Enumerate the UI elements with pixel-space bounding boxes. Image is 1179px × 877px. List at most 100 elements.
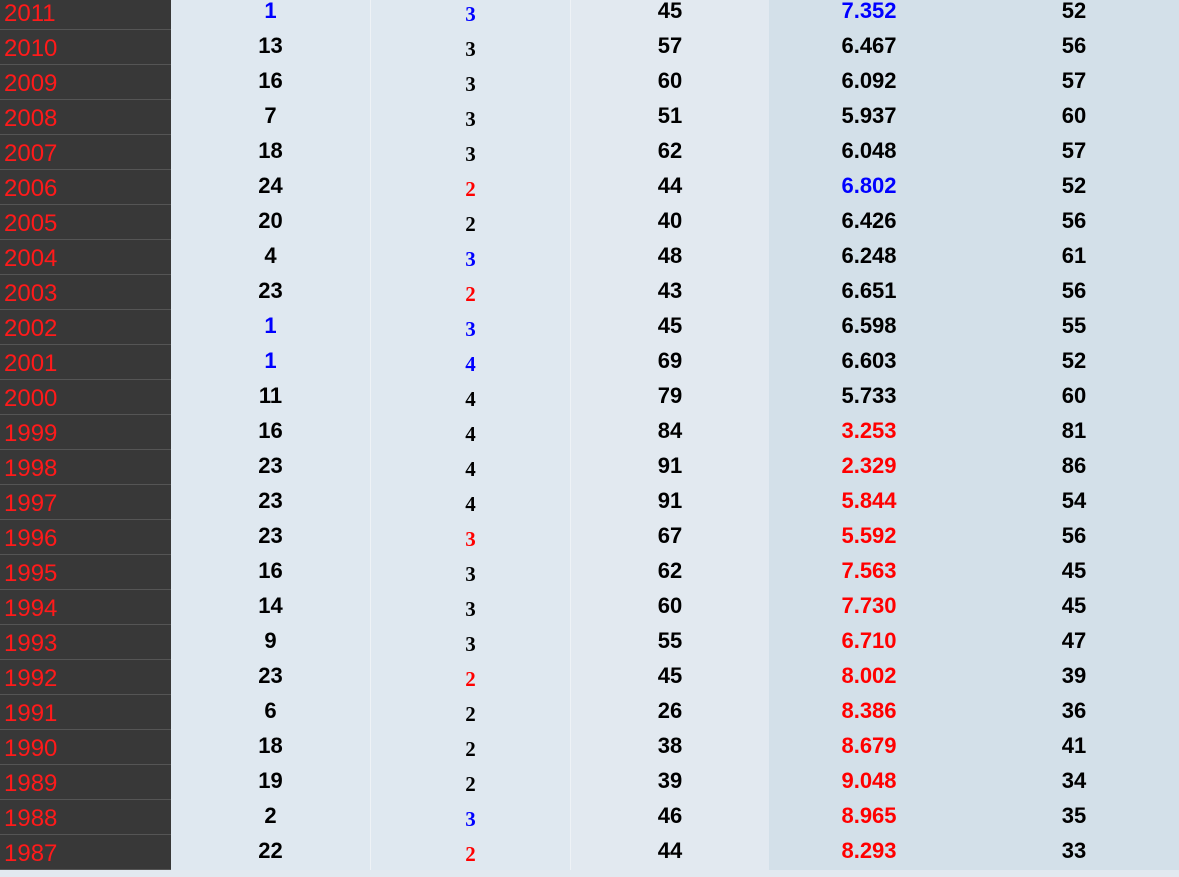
col-2-cell[interactable]: 3	[371, 65, 571, 100]
col-3-cell[interactable]: 60	[571, 590, 769, 625]
col-3-cell[interactable]: 60	[571, 65, 769, 100]
year-cell[interactable]: 2007	[0, 135, 171, 170]
col-4-cell[interactable]: 8.965	[769, 800, 969, 835]
col-5-cell[interactable]: 57	[969, 135, 1179, 170]
col-5-cell[interactable]: 34	[969, 765, 1179, 800]
col-1-cell[interactable]: 16	[171, 65, 371, 100]
col-5-cell[interactable]: 45	[969, 555, 1179, 590]
col-1-cell[interactable]: 7	[171, 100, 371, 135]
col-4-cell[interactable]: 7.352	[769, 0, 969, 30]
col-3-cell[interactable]: 67	[571, 520, 769, 555]
year-cell[interactable]: 2008	[0, 100, 171, 135]
year-cell[interactable]: 2000	[0, 380, 171, 415]
col-4-cell[interactable]: 6.048	[769, 135, 969, 170]
col-2-cell[interactable]: 2	[371, 275, 571, 310]
col-5-cell[interactable]: 47	[969, 625, 1179, 660]
col-1-cell[interactable]: 6	[171, 695, 371, 730]
col-4-cell[interactable]: 6.802	[769, 170, 969, 205]
year-cell[interactable]: 1998	[0, 450, 171, 485]
col-2-cell[interactable]: 4	[371, 380, 571, 415]
year-cell[interactable]: 1999	[0, 415, 171, 450]
col-4-cell[interactable]: 7.563	[769, 555, 969, 590]
col-3-cell[interactable]: 44	[571, 835, 769, 870]
col-1-cell[interactable]: 4	[171, 240, 371, 275]
col-1-cell[interactable]: 1	[171, 345, 371, 380]
col-1-cell[interactable]: 13	[171, 30, 371, 65]
col-3-cell[interactable]: 43	[571, 275, 769, 310]
col-1-cell[interactable]: 23	[171, 485, 371, 520]
col-2-cell[interactable]: 2	[371, 170, 571, 205]
col-5-cell[interactable]: 54	[969, 485, 1179, 520]
col-1-cell[interactable]: 24	[171, 170, 371, 205]
year-cell[interactable]: 2004	[0, 240, 171, 275]
col-3-cell[interactable]: 38	[571, 730, 769, 765]
col-5-cell[interactable]: 35	[969, 800, 1179, 835]
col-5-cell[interactable]: 86	[969, 450, 1179, 485]
col-1-cell[interactable]: 1	[171, 0, 371, 30]
col-5-cell[interactable]: 56	[969, 30, 1179, 65]
col-3-cell[interactable]: 79	[571, 380, 769, 415]
col-2-cell[interactable]: 2	[371, 835, 571, 870]
year-cell[interactable]: 2009	[0, 65, 171, 100]
year-cell[interactable]: 1990	[0, 730, 171, 765]
col-1-cell[interactable]: 18	[171, 135, 371, 170]
col-3-cell[interactable]: 44	[571, 170, 769, 205]
col-2-cell[interactable]: 3	[371, 100, 571, 135]
col-2-cell[interactable]: 2	[371, 730, 571, 765]
col-2-cell[interactable]: 2	[371, 765, 571, 800]
col-5-cell[interactable]: 57	[969, 65, 1179, 100]
year-cell[interactable]: 1996	[0, 520, 171, 555]
year-cell[interactable]: 1997	[0, 485, 171, 520]
col-5-cell[interactable]: 52	[969, 345, 1179, 380]
col-4-cell[interactable]: 5.592	[769, 520, 969, 555]
col-5-cell[interactable]: 61	[969, 240, 1179, 275]
col-3-cell[interactable]: 40	[571, 205, 769, 240]
col-3-cell[interactable]: 45	[571, 660, 769, 695]
year-cell[interactable]: 1988	[0, 800, 171, 835]
col-3-cell[interactable]: 57	[571, 30, 769, 65]
col-1-cell[interactable]: 16	[171, 555, 371, 590]
col-1-cell[interactable]: 22	[171, 835, 371, 870]
col-3-cell[interactable]: 55	[571, 625, 769, 660]
year-cell[interactable]: 1992	[0, 660, 171, 695]
col-2-cell[interactable]: 3	[371, 0, 571, 30]
col-1-cell[interactable]: 19	[171, 765, 371, 800]
col-1-cell[interactable]: 11	[171, 380, 371, 415]
col-2-cell[interactable]: 3	[371, 590, 571, 625]
col-5-cell[interactable]: 36	[969, 695, 1179, 730]
col-1-cell[interactable]: 20	[171, 205, 371, 240]
col-2-cell[interactable]: 3	[371, 240, 571, 275]
col-3-cell[interactable]: 45	[571, 0, 769, 30]
col-5-cell[interactable]: 45	[969, 590, 1179, 625]
col-4-cell[interactable]: 8.293	[769, 835, 969, 870]
year-cell[interactable]: 2011	[0, 0, 171, 30]
col-4-cell[interactable]: 6.092	[769, 65, 969, 100]
col-4-cell[interactable]: 6.426	[769, 205, 969, 240]
year-cell[interactable]: 1995	[0, 555, 171, 590]
col-2-cell[interactable]: 4	[371, 485, 571, 520]
col-1-cell[interactable]: 9	[171, 625, 371, 660]
col-5-cell[interactable]: 56	[969, 275, 1179, 310]
col-5-cell[interactable]: 56	[969, 520, 1179, 555]
col-2-cell[interactable]: 3	[371, 625, 571, 660]
col-4-cell[interactable]: 8.002	[769, 660, 969, 695]
col-4-cell[interactable]: 6.467	[769, 30, 969, 65]
col-3-cell[interactable]: 51	[571, 100, 769, 135]
col-2-cell[interactable]: 4	[371, 415, 571, 450]
col-2-cell[interactable]: 2	[371, 660, 571, 695]
col-4-cell[interactable]: 6.710	[769, 625, 969, 660]
year-cell[interactable]: 1991	[0, 695, 171, 730]
col-3-cell[interactable]: 84	[571, 415, 769, 450]
col-3-cell[interactable]: 91	[571, 485, 769, 520]
col-3-cell[interactable]: 46	[571, 800, 769, 835]
year-cell[interactable]: 2001	[0, 345, 171, 380]
col-4-cell[interactable]: 6.603	[769, 345, 969, 380]
col-1-cell[interactable]: 23	[171, 520, 371, 555]
col-1-cell[interactable]: 14	[171, 590, 371, 625]
col-4-cell[interactable]: 3.253	[769, 415, 969, 450]
col-2-cell[interactable]: 3	[371, 310, 571, 345]
col-3-cell[interactable]: 62	[571, 555, 769, 590]
col-4-cell[interactable]: 8.386	[769, 695, 969, 730]
col-1-cell[interactable]: 23	[171, 660, 371, 695]
col-4-cell[interactable]: 6.598	[769, 310, 969, 345]
